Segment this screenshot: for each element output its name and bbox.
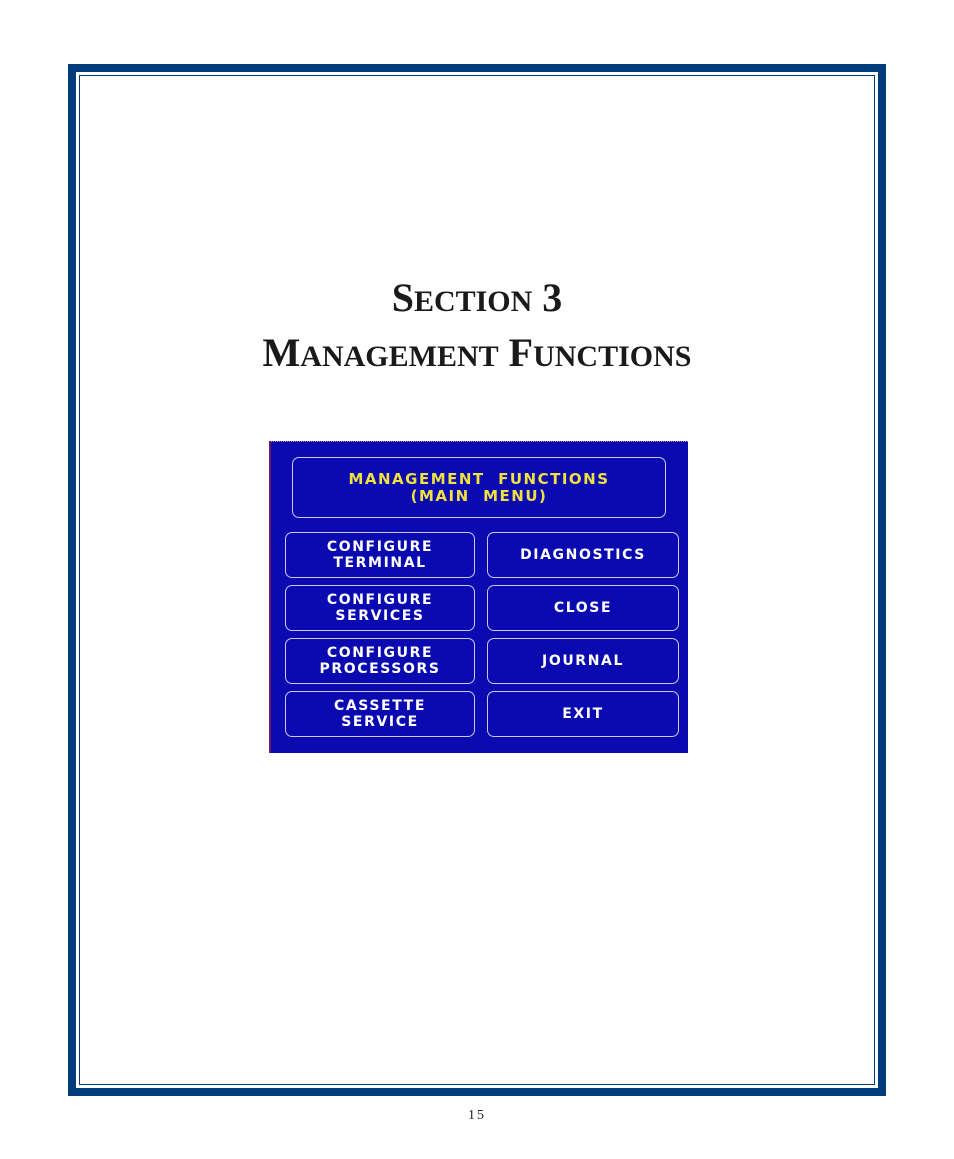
section-subtitle: MANAGEMENT FUNCTIONS (0, 331, 954, 379)
button-label: CLOSE (553, 600, 613, 616)
page-number: 15 (468, 1108, 486, 1123)
diagnostics-button[interactable]: DIAGNOSTICS (487, 532, 679, 578)
button-label-line1: CONFIGURE (326, 592, 434, 608)
section-title-rest: ECTION (413, 285, 533, 318)
button-label: DIAGNOSTICS (520, 547, 646, 563)
configure-terminal-button[interactable]: CONFIGURE TERMINAL (285, 532, 475, 578)
subtitle-rest-2: UNCTIONS (533, 340, 692, 373)
section-title-initial: S (391, 275, 414, 320)
button-label: EXIT (562, 706, 604, 722)
screen-title-box: MANAGEMENT FUNCTIONS (MAIN MENU) (292, 457, 666, 518)
section-title: SECTION 3 (0, 276, 954, 324)
button-label-line2: SERVICE (341, 714, 419, 730)
section-number: 3 (542, 275, 563, 320)
button-label-line2: SERVICES (335, 608, 425, 624)
button-label: JOURNAL (542, 653, 624, 669)
configure-processors-button[interactable]: CONFIGURE PROCESSORS (285, 638, 475, 684)
screen-title-line1: MANAGEMENT FUNCTIONS (348, 469, 610, 488)
subtitle-rest-1: ANAGEMENT (300, 340, 499, 373)
cassette-service-button[interactable]: CASSETTE SERVICE (285, 691, 475, 737)
journal-button[interactable]: JOURNAL (487, 638, 679, 684)
button-label-line1: CONFIGURE (326, 645, 434, 661)
button-label-line1: CONFIGURE (326, 539, 434, 555)
atm-screen-screenshot: MANAGEMENT FUNCTIONS (MAIN MENU) CONFIGU… (269, 441, 688, 753)
button-label-line2: PROCESSORS (319, 661, 441, 677)
subtitle-initial-1: M (262, 330, 301, 375)
configure-services-button[interactable]: CONFIGURE SERVICES (285, 585, 475, 631)
subtitle-initial-2: F (508, 330, 534, 375)
screen-title-line2: (MAIN MENU) (410, 486, 548, 505)
exit-button[interactable]: EXIT (487, 691, 679, 737)
close-button[interactable]: CLOSE (487, 585, 679, 631)
button-label-line2: TERMINAL (333, 555, 427, 571)
button-label-line1: CASSETTE (334, 698, 426, 714)
